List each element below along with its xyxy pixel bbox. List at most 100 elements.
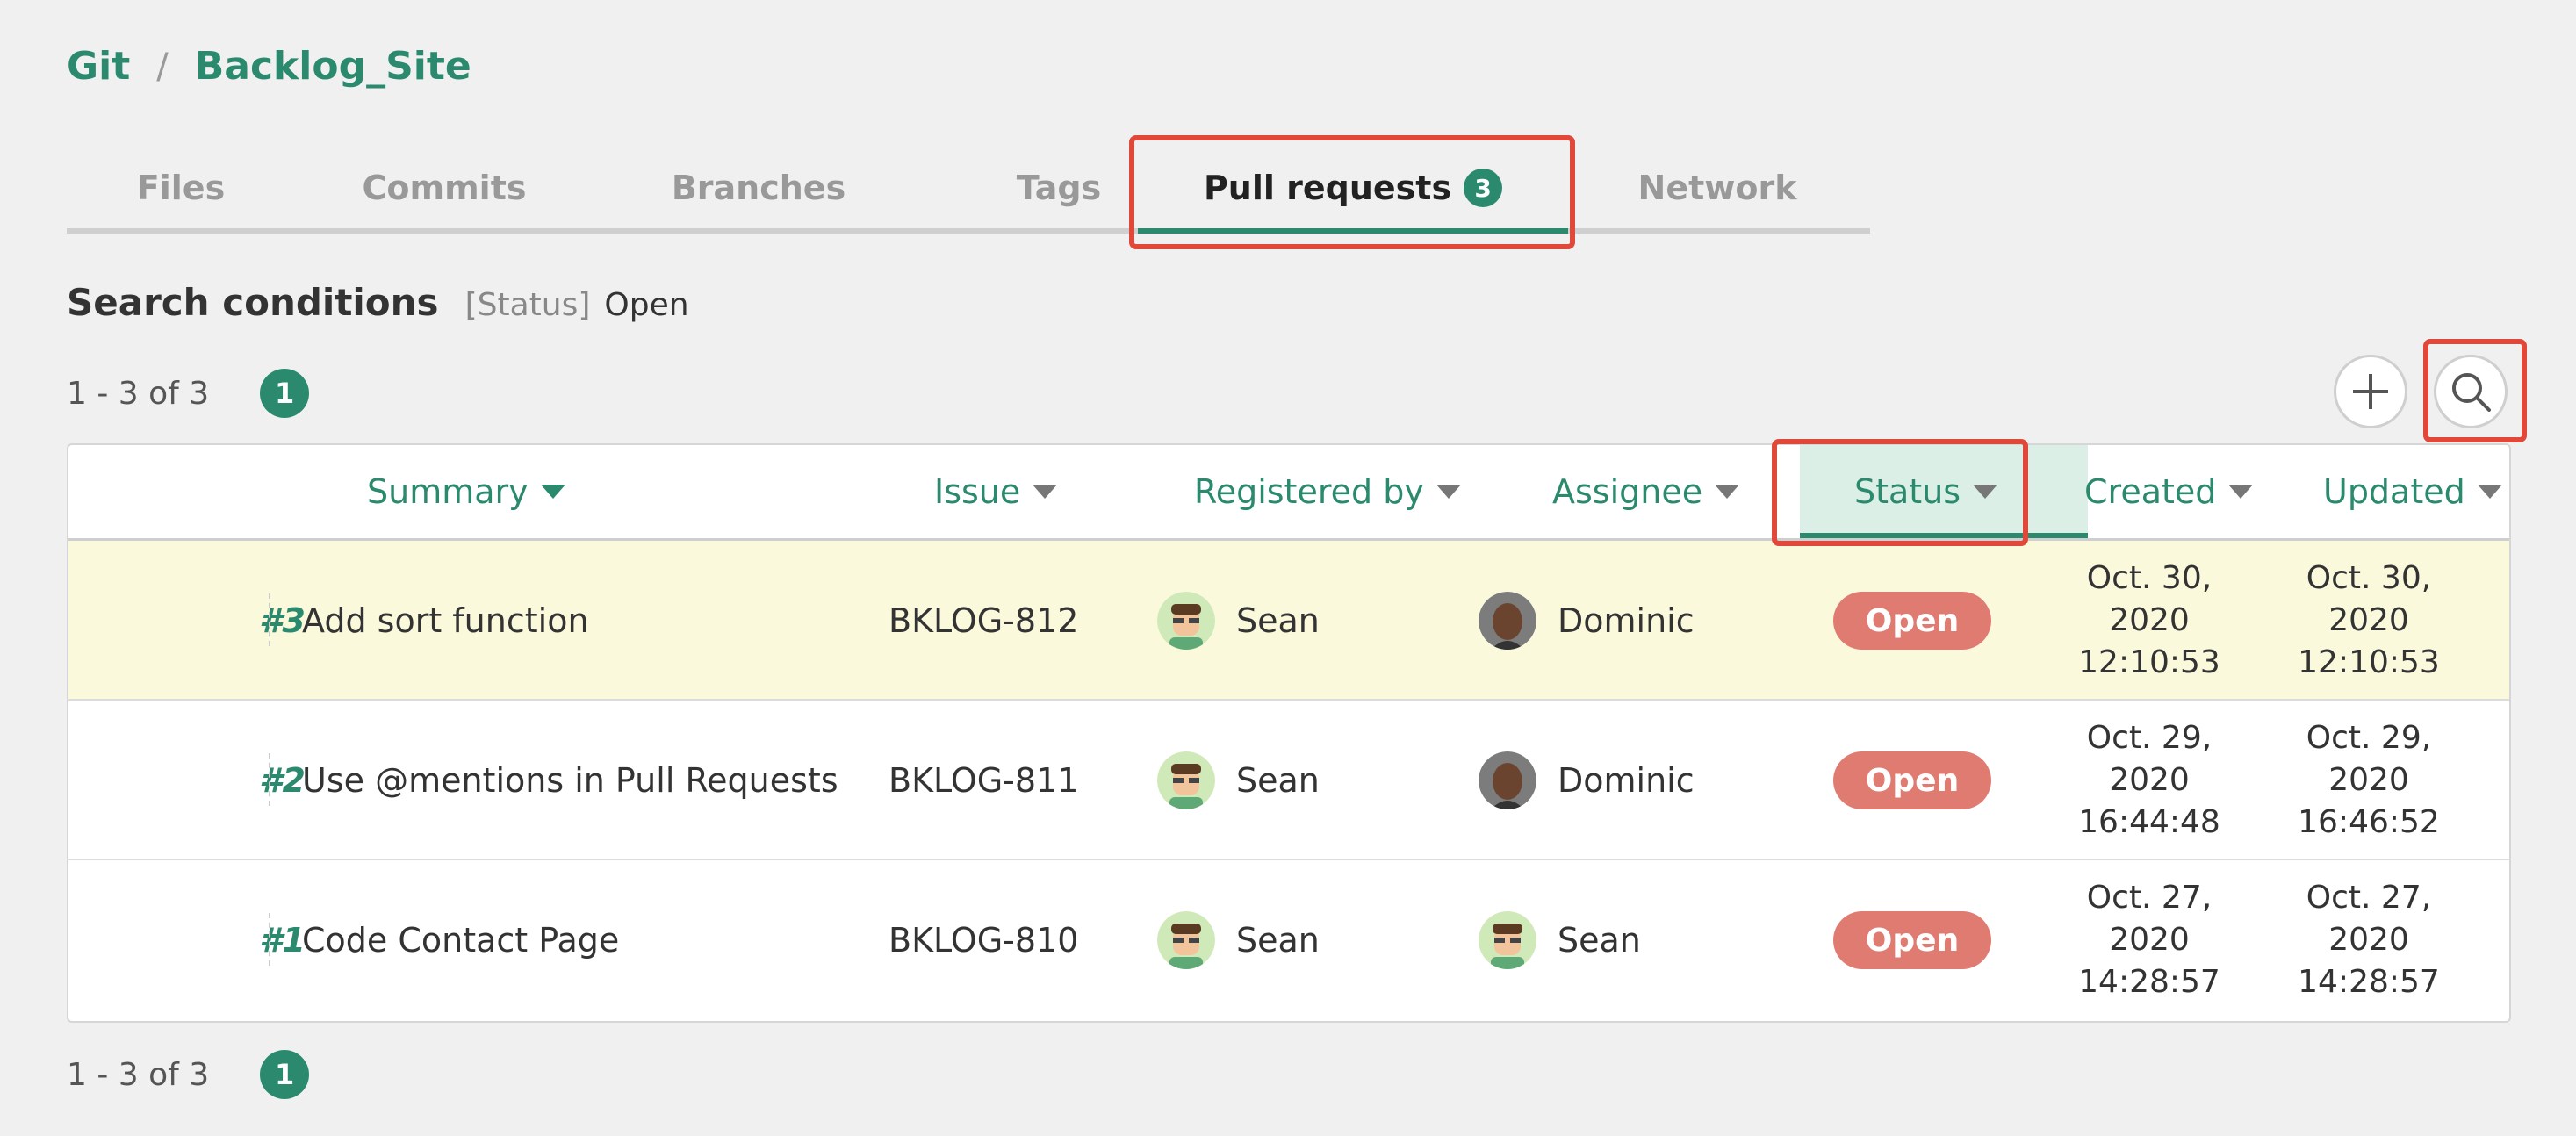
issue-key[interactable]: BKLOG-810 <box>889 860 1078 1020</box>
table-row[interactable]: #2 Use @mentions in Pull Requests BKLOG-… <box>68 701 2509 860</box>
header-label: Issue <box>934 472 1021 511</box>
sort-assignee[interactable]: Assignee <box>1552 445 1740 538</box>
pull-request-number[interactable]: #1 <box>156 860 306 1020</box>
tab-label: Branches <box>671 169 846 207</box>
pull-request-number[interactable]: #3 <box>156 541 306 701</box>
updated-date: Oct. 27, 2020 14:28:57 <box>2290 860 2448 1020</box>
sort-caret-icon <box>1715 485 1740 499</box>
divider <box>269 753 270 806</box>
avatar <box>1479 592 1536 650</box>
header-label: Created <box>2084 472 2217 511</box>
tab-label: Files <box>136 169 226 207</box>
sort-created[interactable]: Created <box>2084 445 2254 538</box>
search-conditions-title: Search conditions <box>67 281 439 324</box>
highlight-pull-requests-tab <box>1129 135 1575 249</box>
assignee-name: Sean <box>1558 921 1641 960</box>
status-cell: Open <box>1833 860 1991 1020</box>
registered-by-name: Sean <box>1236 761 1320 800</box>
time: 14:28:57 <box>2078 964 2220 1000</box>
status-badge: Open <box>1833 751 1991 809</box>
time: 12:10:53 <box>2298 644 2440 680</box>
header-label: Assignee <box>1552 472 1703 511</box>
page-number-button[interactable]: 1 <box>260 1050 310 1099</box>
time: 16:46:52 <box>2298 804 2440 840</box>
sort-registered-by[interactable]: Registered by <box>1194 445 1461 538</box>
tab-files[interactable]: Files <box>67 147 295 228</box>
avatar <box>1157 751 1215 809</box>
pull-request-number[interactable]: #2 <box>156 701 306 860</box>
avatar <box>1157 592 1215 650</box>
tab-label: Tags <box>1016 169 1102 207</box>
table-row[interactable]: #1 Code Contact Page BKLOG-810 Sean Sean… <box>68 860 2509 1020</box>
sort-caret-icon <box>1033 485 1058 499</box>
sort-caret-icon <box>1436 485 1461 499</box>
date: Oct. 27, <box>2306 880 2432 916</box>
sort-summary[interactable]: Summary <box>367 445 565 538</box>
registered-by-name: Sean <box>1236 601 1320 640</box>
issue-key[interactable]: BKLOG-812 <box>889 541 1078 701</box>
date: Oct. 27, 2020 <box>2086 880 2213 958</box>
header-label: Updated <box>2323 472 2465 511</box>
tab-network[interactable]: Network <box>1603 147 1831 228</box>
tab-label: Network <box>1637 169 1797 207</box>
pagination-bottom: 1 - 3 of 3 1 <box>67 1050 310 1099</box>
registered-by: Sean <box>1157 860 1320 1020</box>
pull-request-summary[interactable]: Add sort function <box>302 541 589 701</box>
tab-branches[interactable]: Branches <box>644 147 873 228</box>
time: 14:28:57 <box>2298 964 2440 1000</box>
breadcrumb-project-link[interactable]: Backlog_Site <box>195 44 471 89</box>
registered-by: Sean <box>1157 541 1320 701</box>
tab-commits[interactable]: Commits <box>330 147 558 228</box>
status-cell: Open <box>1833 701 1991 860</box>
header-label: Summary <box>367 472 529 511</box>
date: Oct. 30, <box>2306 560 2432 596</box>
search-conditions: Search conditions [Status] Open <box>67 281 689 324</box>
sort-caret-icon <box>540 485 565 499</box>
assignee-name: Dominic <box>1558 601 1695 640</box>
date: Oct. 29, <box>2306 720 2432 756</box>
repo-tabs: Files Commits Branches Tags Pull request… <box>67 147 1870 234</box>
page-number-button[interactable]: 1 <box>260 369 310 418</box>
sort-issue[interactable]: Issue <box>934 445 1058 538</box>
time: 12:10:53 <box>2078 644 2220 680</box>
sort-updated[interactable]: Updated <box>2323 445 2502 538</box>
highlight-status-header <box>1772 439 2028 546</box>
sort-caret-icon <box>2228 485 2254 499</box>
header-label: Registered by <box>1194 472 1424 511</box>
created-date: Oct. 30, 2020 12:10:53 <box>2044 541 2255 701</box>
assignee: Dominic <box>1479 701 1695 860</box>
registered-by-name: Sean <box>1236 921 1320 960</box>
pull-request-summary[interactable]: Use @mentions in Pull Requests <box>302 701 838 860</box>
year: 2020 <box>2328 922 2409 958</box>
pull-request-summary[interactable]: Code Contact Page <box>302 860 619 1020</box>
breadcrumb-git-link[interactable]: Git <box>67 44 130 89</box>
date: Oct. 30, 2020 <box>2086 560 2213 638</box>
sort-caret-icon <box>2477 485 2502 499</box>
assignee: Dominic <box>1479 541 1695 701</box>
time: 16:44:48 <box>2078 804 2220 840</box>
year: 2020 <box>2328 762 2409 798</box>
created-date: Oct. 27, 2020 14:28:57 <box>2044 860 2255 1020</box>
issue-key[interactable]: BKLOG-811 <box>889 701 1078 860</box>
registered-by: Sean <box>1157 701 1320 860</box>
updated-date: Oct. 29, 2020 16:46:52 <box>2290 701 2448 860</box>
result-range: 1 - 3 of 3 <box>67 1056 210 1093</box>
add-pull-request-button[interactable] <box>2334 355 2407 428</box>
table-row[interactable]: #3 Add sort function BKLOG-812 Sean Domi… <box>68 541 2509 701</box>
divider <box>269 913 270 966</box>
result-range: 1 - 3 of 3 <box>67 375 210 412</box>
status-cell: Open <box>1833 541 1991 701</box>
highlight-search-button <box>2423 339 2527 442</box>
avatar <box>1479 751 1536 809</box>
assignee: Sean <box>1479 860 1641 1020</box>
breadcrumb-separator: / <box>156 46 169 87</box>
table-header: Summary Issue Registered by Assignee Sta… <box>68 445 2509 541</box>
avatar <box>1479 911 1536 969</box>
assignee-name: Dominic <box>1558 761 1695 800</box>
updated-date: Oct. 30, 2020 12:10:53 <box>2290 541 2448 701</box>
avatar <box>1157 911 1215 969</box>
tab-label: Commits <box>362 169 527 207</box>
breadcrumb: Git / Backlog_Site <box>67 44 471 89</box>
status-badge: Open <box>1833 911 1991 969</box>
status-badge: Open <box>1833 592 1991 650</box>
